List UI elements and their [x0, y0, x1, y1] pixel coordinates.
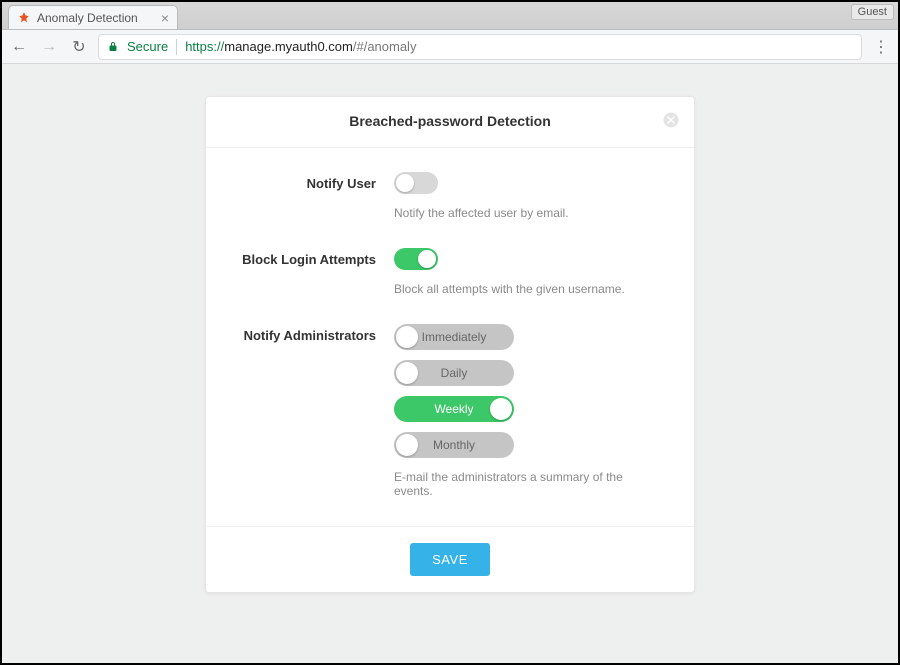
- save-button[interactable]: SAVE: [410, 543, 490, 576]
- card-footer: SAVE: [206, 527, 694, 592]
- favicon-icon: [17, 11, 31, 25]
- pill-knob: [396, 362, 418, 384]
- tab-title: Anomaly Detection: [37, 11, 138, 25]
- guest-badge: Guest: [851, 4, 894, 20]
- toggle-block-login[interactable]: [394, 248, 438, 270]
- field-notify-admins: Notify Administrators Immediately Daily We…: [236, 324, 664, 498]
- pill-knob: [396, 434, 418, 456]
- page-viewport: Breached-password Detection Notify User: [2, 64, 898, 663]
- field-label-notify-admins: Notify Administrators: [236, 324, 394, 343]
- toggle-knob: [396, 174, 414, 192]
- close-icon[interactable]: [662, 111, 680, 129]
- browser-tab[interactable]: Anomaly Detection ×: [8, 5, 178, 29]
- reload-button[interactable]: ↻: [68, 37, 90, 57]
- url-host: manage.myauth0.com: [224, 39, 353, 54]
- field-label-block-login: Block Login Attempts: [236, 248, 394, 267]
- card-title: Breached-password Detection: [349, 113, 551, 129]
- browser-menu-icon[interactable]: ⋮: [870, 37, 892, 57]
- forward-button[interactable]: →: [38, 38, 60, 56]
- frequency-pill-immediately[interactable]: Immediately: [394, 324, 514, 350]
- field-block-login: Block Login Attempts Block all attempts …: [236, 248, 664, 296]
- url-path: /#/anomaly: [353, 39, 417, 54]
- card-header: Breached-password Detection: [206, 97, 694, 148]
- toggle-knob: [418, 250, 436, 268]
- toggle-notify-user[interactable]: [394, 172, 438, 194]
- frequency-pill-weekly[interactable]: Weekly: [394, 396, 514, 422]
- secure-label: Secure: [127, 39, 168, 54]
- lock-icon: [107, 41, 119, 53]
- frequency-pill-daily[interactable]: Daily: [394, 360, 514, 386]
- pill-label: Weekly: [434, 402, 473, 416]
- help-notify-admins: E-mail the administrators a summary of t…: [394, 470, 664, 498]
- tab-close-icon[interactable]: ×: [161, 11, 169, 25]
- browser-toolbar: ← → ↻ Secure https://manage.myauth0.com/…: [2, 30, 898, 64]
- pill-label: Daily: [441, 366, 468, 380]
- url-protocol: https://: [185, 39, 224, 54]
- tabstrip: Anomaly Detection × Guest: [2, 2, 898, 30]
- pill-knob: [396, 326, 418, 348]
- help-block-login: Block all attempts with the given userna…: [394, 282, 664, 296]
- field-label-notify-user: Notify User: [236, 172, 394, 191]
- pill-label: Monthly: [433, 438, 475, 452]
- url-text: https://manage.myauth0.com/#/anomaly: [185, 39, 416, 54]
- pill-label: Immediately: [422, 330, 487, 344]
- field-notify-user: Notify User Notify the affected user by …: [236, 172, 664, 220]
- address-bar[interactable]: Secure https://manage.myauth0.com/#/anom…: [98, 34, 862, 60]
- frequency-pill-monthly[interactable]: Monthly: [394, 432, 514, 458]
- card-body: Notify User Notify the affected user by …: [206, 148, 694, 527]
- settings-card: Breached-password Detection Notify User: [205, 96, 695, 593]
- omnibox-separator: [176, 39, 177, 55]
- help-notify-user: Notify the affected user by email.: [394, 206, 664, 220]
- back-button[interactable]: ←: [8, 38, 30, 56]
- pill-knob: [490, 398, 512, 420]
